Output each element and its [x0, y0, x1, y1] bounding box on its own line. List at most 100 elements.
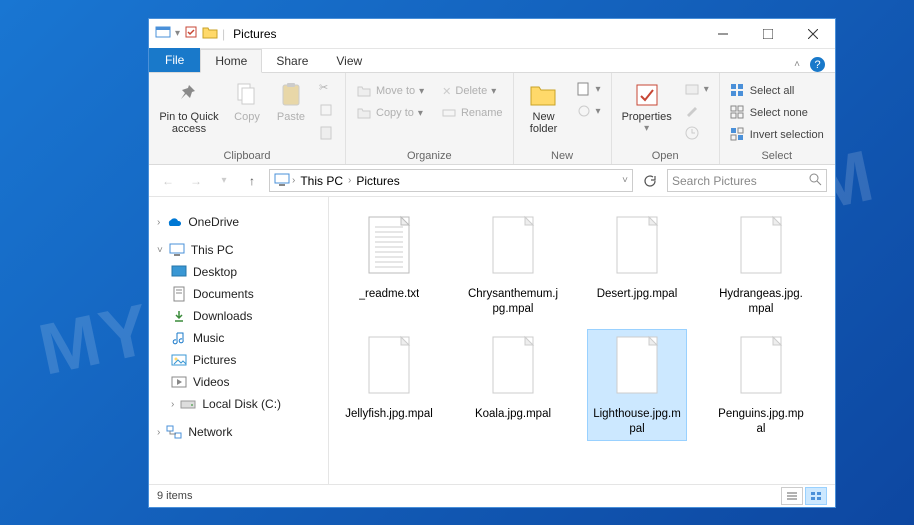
nav-this-pc[interactable]: ˅ This PC	[153, 239, 324, 261]
nav-onedrive[interactable]: › OneDrive	[153, 211, 324, 233]
expand-icon[interactable]: ›	[171, 399, 174, 410]
copy-path-button[interactable]	[315, 101, 339, 121]
nav-downloads[interactable]: Downloads	[153, 305, 324, 327]
new-folder-button[interactable]: New folder	[520, 77, 568, 137]
nav-label: Music	[193, 331, 224, 345]
file-name: Lighthouse.jpg.mpal	[591, 407, 683, 437]
chevron-down-icon[interactable]: ˅	[622, 175, 628, 186]
move-to-label: Move to	[376, 85, 415, 97]
paste-shortcut-icon	[319, 125, 335, 141]
nav-label: Local Disk (C:)	[202, 397, 281, 411]
properties-icon	[631, 79, 663, 111]
qat-dropdown[interactable]: ▾	[175, 28, 180, 39]
refresh-button[interactable]	[639, 170, 661, 192]
forward-button[interactable]: →	[185, 170, 207, 192]
nav-music[interactable]: Music	[153, 327, 324, 349]
easy-access-button[interactable]: ▾	[572, 101, 605, 121]
history-button[interactable]	[680, 123, 713, 143]
tab-file[interactable]: File	[149, 48, 200, 72]
paste-shortcut-button[interactable]	[315, 123, 339, 143]
copy-to-icon	[356, 105, 372, 121]
nav-videos[interactable]: Videos	[153, 371, 324, 393]
cut-button[interactable]: ✂	[315, 79, 339, 99]
paste-icon	[275, 79, 307, 111]
file-icon	[483, 213, 543, 283]
paste-button[interactable]: Paste	[271, 77, 311, 125]
tab-share[interactable]: Share	[262, 50, 322, 72]
paste-label: Paste	[277, 111, 305, 123]
collapse-icon[interactable]: ˅	[157, 245, 163, 256]
videos-icon	[171, 374, 187, 390]
file-item[interactable]: Hydrangeas.jpg.mpal	[711, 209, 811, 321]
file-item[interactable]: Lighthouse.jpg.mpal	[587, 329, 687, 441]
nav-desktop[interactable]: Desktop	[153, 261, 324, 283]
edit-icon	[684, 103, 700, 119]
properties-button[interactable]: Properties ▾	[618, 77, 676, 136]
tab-view[interactable]: View	[322, 50, 376, 72]
close-button[interactable]	[790, 19, 835, 48]
file-list[interactable]: _readme.txtChrysanthemum.jpg.mpal Desert.…	[329, 197, 835, 484]
window-title: Pictures	[233, 27, 276, 41]
minimize-button[interactable]	[700, 19, 745, 48]
titlebar: ▾ | Pictures	[149, 19, 835, 49]
back-button[interactable]: ←	[157, 170, 179, 192]
clipboard-group-label: Clipboard	[223, 150, 270, 162]
invert-selection-button[interactable]: Invert selection	[726, 125, 828, 145]
nav-local-disk[interactable]: › Local Disk (C:)	[153, 393, 324, 415]
expand-icon[interactable]: ›	[157, 427, 160, 438]
breadcrumb[interactable]: › This PC › Pictures ˅	[269, 169, 633, 192]
nav-pictures[interactable]: Pictures	[153, 349, 324, 371]
delete-button[interactable]: ✕ Delete▾	[438, 81, 500, 101]
ribbon-collapse-icon[interactable]: ˄	[794, 59, 800, 70]
file-item[interactable]: Desert.jpg.mpal	[587, 209, 687, 321]
file-item[interactable]: Penguins.jpg.mpal	[711, 329, 811, 441]
help-icon[interactable]: ?	[810, 57, 825, 72]
search-input[interactable]: Search Pictures	[667, 169, 827, 192]
downloads-icon	[171, 308, 187, 324]
nav-label: OneDrive	[188, 215, 239, 229]
folder-qat-icon[interactable]	[202, 25, 218, 42]
up-button[interactable]: ↑	[241, 170, 263, 192]
copy-button[interactable]: Copy	[227, 77, 267, 125]
recent-locations-button[interactable]: ▾	[213, 170, 235, 192]
pin-to-quick-access-button[interactable]: Pin to Quick access	[155, 77, 223, 137]
open-button[interactable]: ▾	[680, 79, 713, 99]
new-group-label: New	[551, 150, 573, 162]
file-item[interactable]: _readme.txt	[339, 209, 439, 321]
pin-label: Pin to Quick access	[159, 111, 219, 135]
icons-view-button[interactable]	[805, 487, 827, 505]
new-item-button[interactable]: ▾	[572, 79, 605, 99]
rename-button[interactable]: Rename	[437, 103, 507, 123]
maximize-button[interactable]	[745, 19, 790, 48]
file-icon	[731, 213, 791, 283]
breadcrumb-item[interactable]: Pictures	[353, 174, 402, 188]
breadcrumb-item[interactable]: This PC	[297, 174, 346, 188]
nav-network[interactable]: › Network	[153, 421, 324, 443]
edit-button[interactable]	[680, 101, 713, 121]
music-icon	[171, 330, 187, 346]
tab-home[interactable]: Home	[200, 49, 262, 73]
nav-documents[interactable]: Documents	[153, 283, 324, 305]
desktop-icon	[171, 264, 187, 280]
file-item[interactable]: Jellyfish.jpg.mpal	[339, 329, 439, 441]
file-item[interactable]: Chrysanthemum.jpg.mpal	[463, 209, 563, 321]
open-group-label: Open	[652, 150, 679, 162]
select-all-button[interactable]: Select all	[726, 81, 799, 101]
chevron-right-icon[interactable]: ›	[348, 175, 351, 186]
file-icon	[483, 333, 543, 403]
invert-selection-label: Invert selection	[750, 129, 824, 141]
expand-icon[interactable]: ›	[157, 217, 160, 228]
copy-to-button[interactable]: Copy to▾	[352, 103, 427, 123]
ribbon-group-organize: Move to▾ ✕ Delete▾ Copy to▾ Rename	[346, 73, 514, 164]
address-bar: ← → ▾ ↑ › This PC › Pictures ˅ Search Pi…	[149, 165, 835, 197]
details-view-button[interactable]	[781, 487, 803, 505]
file-name: Desert.jpg.mpal	[597, 287, 678, 302]
organize-group-label: Organize	[407, 150, 452, 162]
select-none-button[interactable]: Select none	[726, 103, 812, 123]
properties-qat-icon[interactable]	[184, 25, 198, 42]
copy-icon	[231, 79, 263, 111]
file-item[interactable]: Koala.jpg.mpal	[463, 329, 563, 441]
select-group-label: Select	[761, 150, 792, 162]
chevron-right-icon[interactable]: ›	[292, 175, 295, 186]
move-to-button[interactable]: Move to▾	[352, 81, 428, 101]
